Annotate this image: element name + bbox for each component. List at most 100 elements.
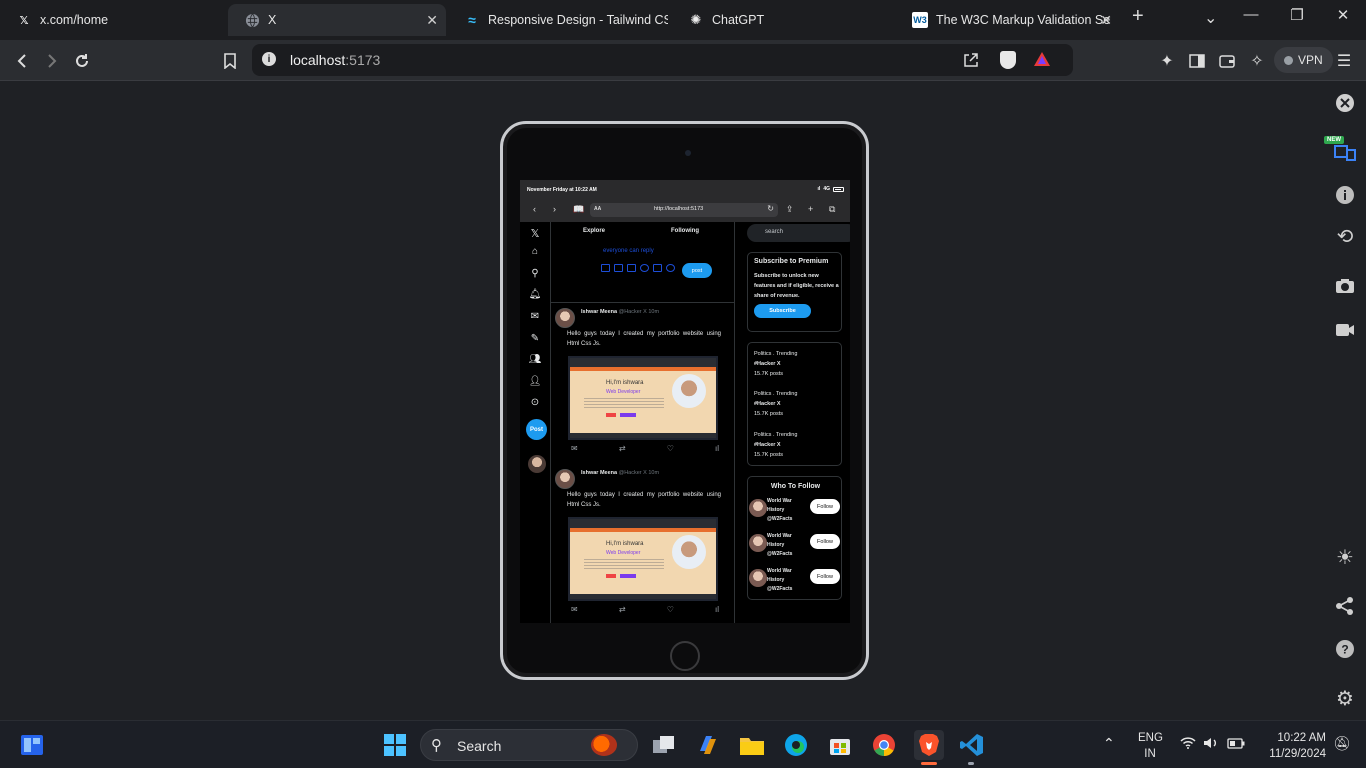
analytics-icon[interactable]: ıl [715, 605, 719, 614]
reply-icon[interactable]: ✉ [571, 605, 578, 614]
new-tab-icon[interactable]: + [1132, 5, 1144, 28]
brightness-icon[interactable]: ☀ [1334, 546, 1356, 569]
tab-x[interactable]: X ✕ [228, 4, 446, 36]
minimize-icon[interactable]: — [1239, 6, 1263, 23]
reply-icon[interactable]: ✉ [571, 444, 578, 453]
wallet-icon[interactable] [1216, 50, 1238, 72]
tab-following[interactable]: Following [671, 228, 699, 234]
restore-icon[interactable]: ❐ [1285, 6, 1309, 24]
communities-icon[interactable]: 👥︎ [528, 352, 542, 366]
microsoft-store-icon[interactable] [826, 731, 854, 759]
safari-forward-icon[interactable]: › [553, 204, 556, 214]
taskbar-search[interactable]: ⚲ Search [420, 729, 638, 761]
retweet-icon[interactable]: ⇄ [619, 444, 626, 453]
share-icon[interactable] [1334, 595, 1356, 617]
show-hidden-icons-chevron-icon[interactable]: ⌃ [1103, 735, 1115, 752]
like-icon[interactable]: ♡ [667, 605, 674, 614]
extensions-icon[interactable]: ✦ [1156, 50, 1178, 72]
notifications-icon[interactable]: 🔕︎ [1333, 735, 1351, 752]
tweet-image[interactable]: Hi,I'm ishwara Web Developer [568, 517, 718, 601]
tweet[interactable]: Ishwar Meena @Hacker X 10m Hello guys to… [551, 465, 734, 623]
tab-w3c[interactable]: W3 The W3C Markup Validation Service ✕ [896, 4, 1120, 36]
tab-chatgpt[interactable]: ✺ ChatGPT [672, 4, 892, 36]
widgets-icon[interactable] [18, 731, 46, 759]
site-info-icon[interactable]: i [262, 52, 276, 66]
close-window-icon[interactable]: ✕ [1331, 6, 1355, 24]
image-icon[interactable] [601, 264, 610, 272]
clock[interactable]: 10:22 AM 11/29/2024 [1258, 730, 1326, 762]
leo-ai-icon[interactable]: ✧ [1246, 50, 1268, 72]
compose-icon[interactable]: ✎ [528, 331, 542, 345]
close-icon[interactable] [1334, 92, 1356, 114]
reload-icon[interactable] [71, 50, 93, 72]
suggestion-avatar[interactable] [749, 569, 767, 587]
ipad-home-button[interactable] [670, 641, 700, 671]
safari-bookmarks-icon[interactable]: 📖 [573, 204, 584, 215]
language-indicator[interactable]: ENG IN [1138, 730, 1163, 762]
like-icon[interactable]: ♡ [667, 444, 674, 453]
suggestion-avatar[interactable] [749, 499, 767, 517]
responsive-devices-icon[interactable] [1334, 141, 1356, 163]
brave-rewards-icon[interactable] [1033, 51, 1051, 72]
safari-reload-icon[interactable]: ↻ [767, 204, 774, 213]
search-input[interactable]: search [747, 224, 850, 242]
settings-gear-icon[interactable]: ⚙ [1334, 687, 1356, 710]
share-icon[interactable] [963, 52, 979, 73]
sidebar-icon[interactable] [1186, 50, 1208, 72]
vscode-icon[interactable] [958, 731, 986, 759]
x-logo-icon[interactable]: 𝕏 [528, 226, 542, 240]
volume-icon[interactable] [1203, 737, 1219, 752]
info-icon[interactable] [1334, 184, 1356, 206]
trend-item[interactable]: Politics . Trending #Hacker X 15.7K post… [754, 430, 797, 460]
copilot-icon[interactable] [694, 731, 722, 759]
account-avatar[interactable] [528, 455, 546, 473]
wifi-icon[interactable] [1180, 737, 1196, 752]
safari-address-bar[interactable]: AA http://localhost:5173 ↻ [590, 203, 778, 217]
more-icon[interactable]: ⊙ [528, 395, 542, 409]
bell-icon[interactable]: 🔔︎ [528, 287, 542, 301]
tweet-author[interactable]: Ishwar Meena @Hacker X 10m [581, 470, 659, 476]
safari-new-tab-icon[interactable]: + [808, 204, 813, 214]
forward-icon[interactable] [41, 50, 63, 72]
profile-icon[interactable]: 👤︎ [528, 374, 542, 388]
list-icon[interactable] [627, 264, 636, 272]
trend-item[interactable]: Politics . Trending #Hacker X 15.7K post… [754, 389, 797, 419]
tweet-author[interactable]: Ishwar Meena @Hacker X 10m [581, 309, 659, 315]
tab-list-chevron-icon[interactable]: ⌄ [1204, 8, 1217, 28]
suggestion-avatar[interactable] [749, 534, 767, 552]
tweet-image[interactable]: Hi,I'm ishwara Web Developer [568, 356, 718, 440]
nav-post-button[interactable]: Post [526, 419, 547, 440]
search-icon[interactable]: ⚲ [528, 266, 542, 280]
brave-shields-icon[interactable] [1000, 51, 1016, 69]
reply-setting[interactable]: everyone can reply [603, 248, 654, 254]
compose-post-button[interactable]: post [682, 263, 712, 278]
chrome-icon[interactable] [870, 731, 898, 759]
follow-button[interactable]: Follow [810, 499, 840, 514]
home-icon[interactable]: ⌂ [528, 244, 542, 258]
brave-icon[interactable] [914, 730, 944, 760]
bookmark-icon[interactable] [219, 50, 241, 72]
safari-tabs-icon[interactable]: ⧉ [829, 204, 835, 215]
gif-icon[interactable] [614, 264, 623, 272]
close-tab-icon[interactable]: ✕ [1100, 12, 1112, 29]
emoji-icon[interactable] [640, 264, 649, 272]
subscribe-button[interactable]: Subscribe [754, 304, 811, 318]
analytics-icon[interactable]: ıl [715, 444, 719, 453]
tweet-avatar[interactable] [555, 308, 575, 328]
battery-icon[interactable] [1227, 738, 1245, 752]
reader-aa-button[interactable]: AA [594, 206, 601, 212]
video-record-icon[interactable] [1334, 319, 1356, 341]
file-explorer-icon[interactable] [738, 731, 766, 759]
tab-tailwind[interactable]: ≈ Responsive Design - Tailwind CSS [448, 4, 668, 36]
schedule-icon[interactable] [653, 264, 662, 272]
menu-icon[interactable]: ☰ [1333, 50, 1355, 72]
safari-back-icon[interactable]: ‹ [533, 204, 536, 214]
tab-x-home[interactable]: 𝕏 x.com/home [0, 4, 224, 36]
rotate-icon[interactable]: ⟲ [1334, 225, 1356, 248]
help-icon[interactable]: ? [1334, 638, 1356, 660]
edge-icon[interactable] [782, 731, 810, 759]
start-windows-icon[interactable] [381, 731, 409, 759]
tweet[interactable]: Ishwar Meena @Hacker X 10m Hello guys to… [551, 304, 734, 464]
back-icon[interactable] [11, 50, 33, 72]
camera-icon[interactable] [1334, 275, 1356, 297]
